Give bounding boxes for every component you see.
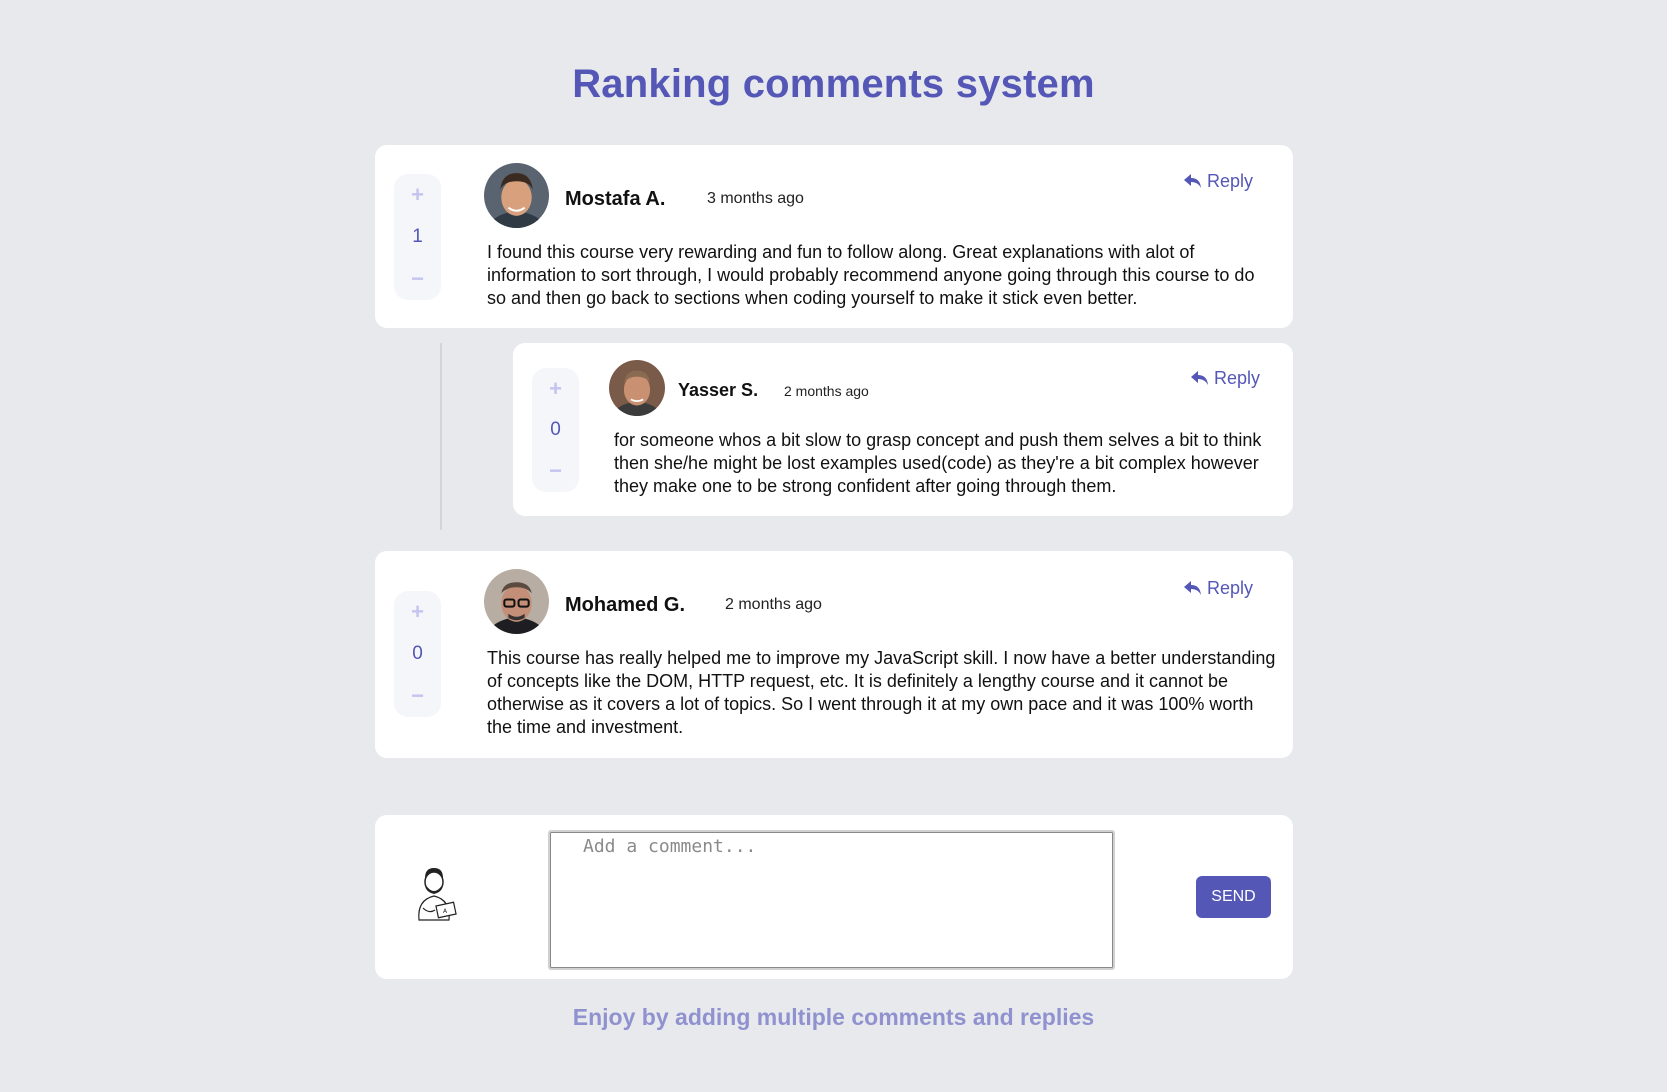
reply-label: Reply: [1207, 171, 1254, 191]
vote-count: 1: [412, 226, 423, 247]
minus-icon[interactable]: −: [411, 268, 424, 290]
author-name: Mostafa A.: [565, 188, 666, 210]
vote-control: + 0 −: [394, 591, 441, 717]
reply-button[interactable]: Reply: [1183, 171, 1253, 192]
reply-label: Reply: [1207, 578, 1254, 598]
avatar: [484, 163, 549, 228]
vote-count: 0: [550, 419, 561, 440]
vote-control: + 1 −: [394, 174, 441, 300]
comment-text: for someone whos a bit slow to grasp con…: [614, 430, 1262, 496]
vote-control: + 0 −: [532, 368, 579, 492]
footer-note: Enjoy by adding multiple comments and re…: [572, 1004, 1095, 1030]
author-name: Yasser S.: [678, 380, 759, 400]
avatar: [484, 569, 549, 634]
plus-icon[interactable]: +: [411, 184, 424, 206]
reply-card: + 0 − Yasser S. 2 months ago Reply for s…: [513, 343, 1293, 516]
reply-button[interactable]: Reply: [1190, 368, 1260, 389]
comment-input[interactable]: [548, 830, 1115, 970]
send-button[interactable]: SEND: [1196, 876, 1271, 918]
reply-arrow-icon: [1191, 371, 1208, 385]
minus-icon[interactable]: −: [411, 685, 424, 707]
timestamp: 2 months ago: [725, 596, 822, 613]
plus-icon[interactable]: +: [411, 601, 424, 623]
reply-arrow-icon: [1184, 581, 1201, 595]
comment-card: + 1 − Mostafa A. 3 months ago Reply I fo…: [375, 145, 1293, 328]
current-user-avatar: A: [409, 866, 461, 922]
plus-icon[interactable]: +: [549, 378, 562, 400]
reply-button[interactable]: Reply: [1183, 578, 1253, 599]
avatar: [609, 360, 665, 416]
reply-label: Reply: [1214, 368, 1261, 388]
vote-count: 0: [412, 643, 423, 664]
comment-text: This course has really helped me to impr…: [487, 648, 1276, 737]
author-name: Mohamed G.: [565, 594, 686, 616]
minus-icon[interactable]: −: [549, 460, 562, 482]
reply-arrow-icon: [1184, 174, 1201, 188]
timestamp: 3 months ago: [707, 190, 804, 207]
page-title: Ranking comments system: [572, 62, 1095, 106]
comment-card: + 0 − Mohamed G. 2 months ago Reply This…: [375, 551, 1293, 758]
timestamp: 2 months ago: [784, 383, 869, 399]
comment-text: I found this course very rewarding and f…: [487, 242, 1255, 308]
thread-line: [440, 343, 442, 530]
